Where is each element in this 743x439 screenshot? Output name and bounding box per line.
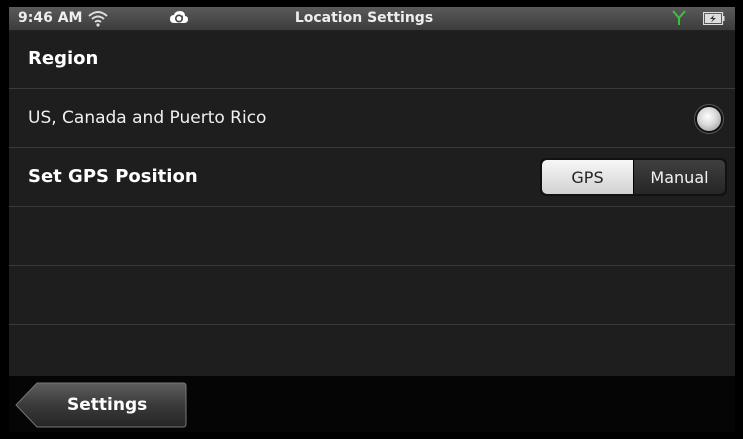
status-bar: 9:46 AM Location Settings xyxy=(9,7,735,31)
signal-icon xyxy=(672,10,686,25)
screen: 9:46 AM Location Settings Region US, Can… xyxy=(9,7,735,432)
region-radio-button[interactable] xyxy=(697,107,721,131)
empty-row xyxy=(9,266,735,325)
bottom-bar: Settings xyxy=(9,376,735,432)
gps-position-label: Set GPS Position xyxy=(28,166,198,187)
region-header: Region xyxy=(28,48,99,69)
status-time: 9:46 AM xyxy=(18,10,83,26)
gps-mode-segmented-control: GPS Manual xyxy=(540,158,727,196)
region-option-row[interactable]: US, Canada and Puerto Rico xyxy=(9,89,735,148)
gps-position-row: Set GPS Position GPS Manual xyxy=(9,148,735,207)
manual-option-button[interactable]: Manual xyxy=(633,160,725,194)
sync-icon xyxy=(170,11,188,23)
battery-icon xyxy=(703,12,725,25)
region-header-row: Region xyxy=(9,30,735,89)
empty-row xyxy=(9,207,735,266)
status-title: Location Settings xyxy=(294,10,434,26)
wifi-icon xyxy=(88,11,108,27)
settings-back-button[interactable]: Settings xyxy=(15,382,187,428)
gps-option-button[interactable]: GPS xyxy=(542,160,633,194)
empty-row xyxy=(9,325,735,376)
region-option-label: US, Canada and Puerto Rico xyxy=(28,108,267,128)
settings-back-label: Settings xyxy=(67,395,148,415)
